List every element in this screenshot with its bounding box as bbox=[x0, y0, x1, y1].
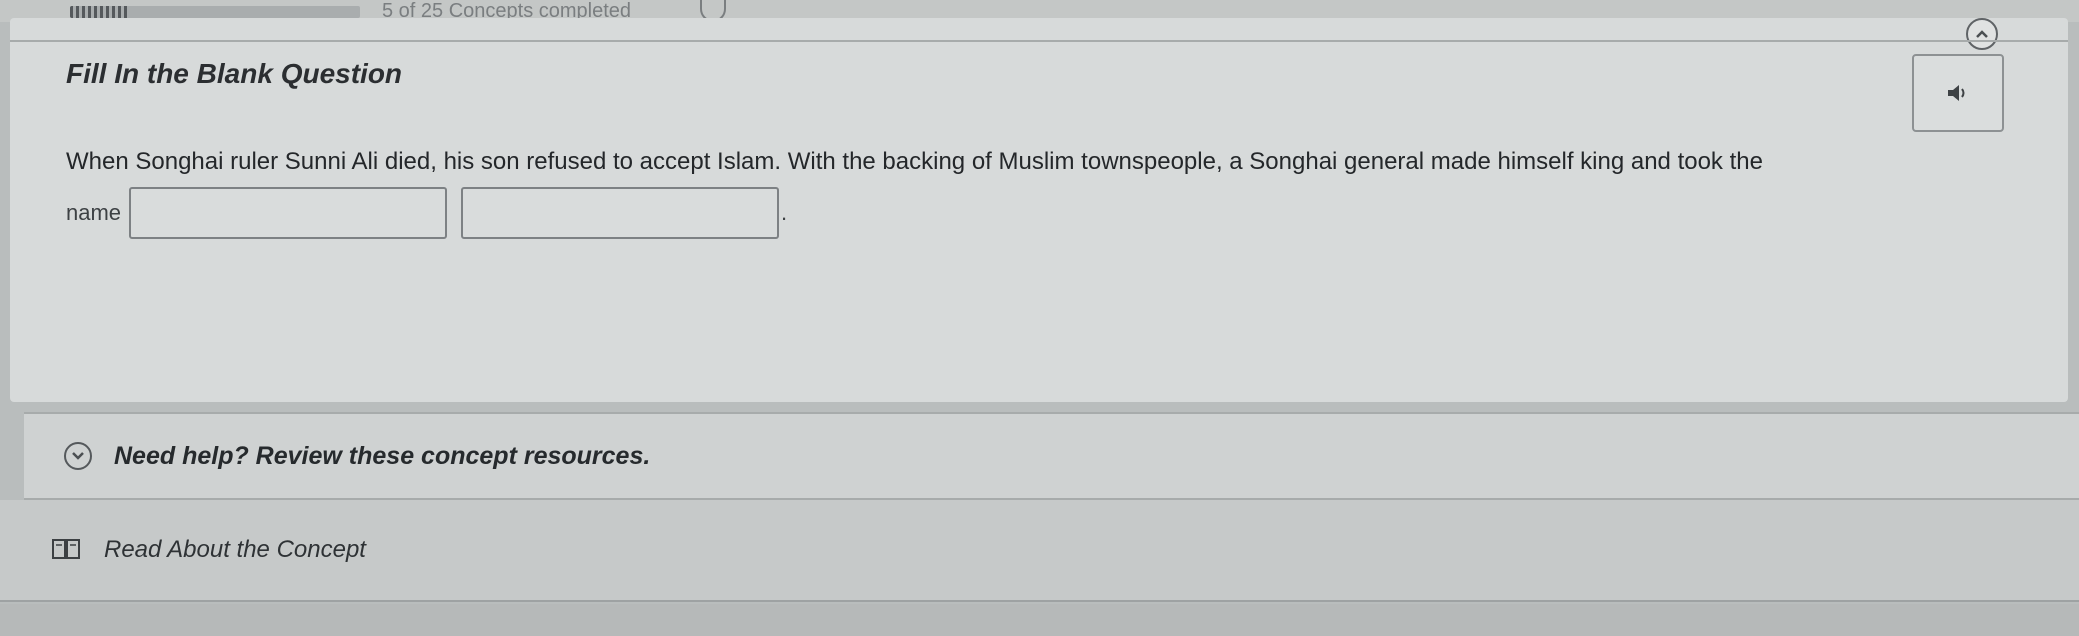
page-bottom bbox=[0, 604, 2079, 636]
read-about-concept-link[interactable]: Read About the Concept bbox=[104, 536, 366, 564]
blank-prefix: name bbox=[66, 200, 122, 225]
question-type-heading: Fill In the Blank Question bbox=[66, 58, 403, 89]
help-toggle-button[interactable] bbox=[64, 442, 92, 470]
blank-row: name . bbox=[66, 186, 787, 240]
collapse-button[interactable] bbox=[1966, 18, 1998, 50]
question-prompt: When Songhai ruler Sunni Ali died, his s… bbox=[66, 148, 1763, 175]
audio-button[interactable] bbox=[1912, 54, 2004, 132]
answer-blank-1[interactable] bbox=[129, 187, 448, 239]
help-heading[interactable]: Need help? Review these concept resource… bbox=[114, 442, 650, 471]
blank-suffix: . bbox=[781, 200, 788, 225]
book-icon bbox=[52, 539, 80, 559]
answer-blank-2[interactable] bbox=[461, 187, 780, 239]
progress-fill bbox=[70, 6, 128, 18]
chevron-up-icon bbox=[1976, 30, 1988, 38]
chevron-down-icon bbox=[72, 452, 84, 460]
speaker-icon bbox=[1948, 85, 1965, 101]
card-divider bbox=[10, 40, 2068, 42]
progress-track bbox=[70, 6, 360, 18]
app-window: 5 of 25 Concepts completed Fill In the B… bbox=[0, 0, 2079, 636]
